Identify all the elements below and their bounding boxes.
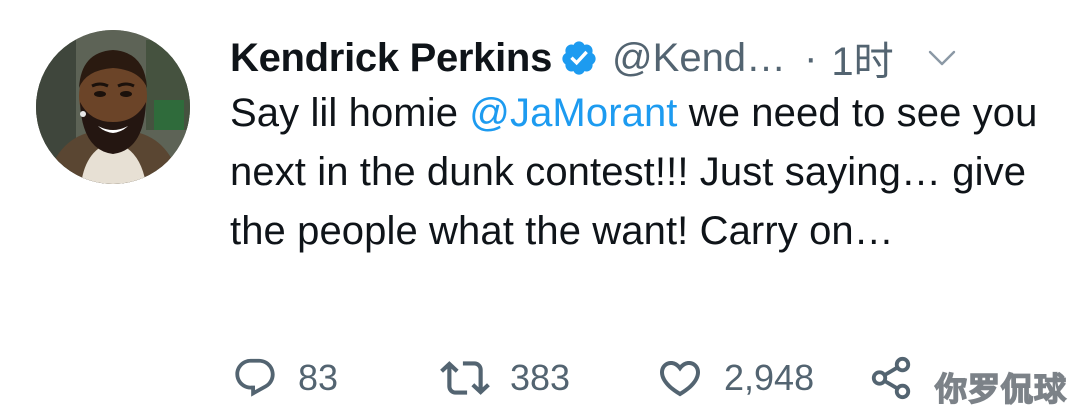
action-bar: 83 383 2,948 [232, 350, 932, 406]
like-button[interactable]: 2,948 [656, 350, 814, 406]
author-name[interactable]: Kendrick Perkins [230, 36, 552, 81]
chevron-down-icon[interactable] [924, 40, 960, 76]
avatar-image [36, 30, 190, 184]
avatar[interactable] [36, 30, 190, 184]
reply-icon [235, 358, 275, 397]
retweet-count: 383 [510, 357, 571, 398]
reply-button[interactable]: 83 [232, 350, 338, 406]
author-handle[interactable]: @Kend… [612, 36, 786, 81]
mention-link[interactable]: @JaMorant [469, 91, 677, 135]
retweet-icon [440, 361, 490, 395]
like-count: 2,948 [724, 357, 815, 398]
tweet-header: Kendrick Perkins @Kend… · 1时 [230, 30, 1050, 86]
tweet-text: Say lil homie @JaMorant we need to see y… [230, 84, 1050, 261]
share-button[interactable] [868, 350, 914, 406]
verified-badge-icon [560, 39, 598, 77]
watermark: 你罗侃球 [934, 369, 1067, 408]
tweet-time[interactable]: 1时 [831, 29, 893, 87]
share-icon [871, 356, 911, 400]
reply-count: 83 [298, 357, 339, 398]
separator-dot: · [804, 35, 818, 80]
retweet-button[interactable]: 383 [440, 350, 570, 406]
heart-icon [659, 361, 701, 397]
tweet-text-before: Say lil homie [230, 91, 470, 135]
